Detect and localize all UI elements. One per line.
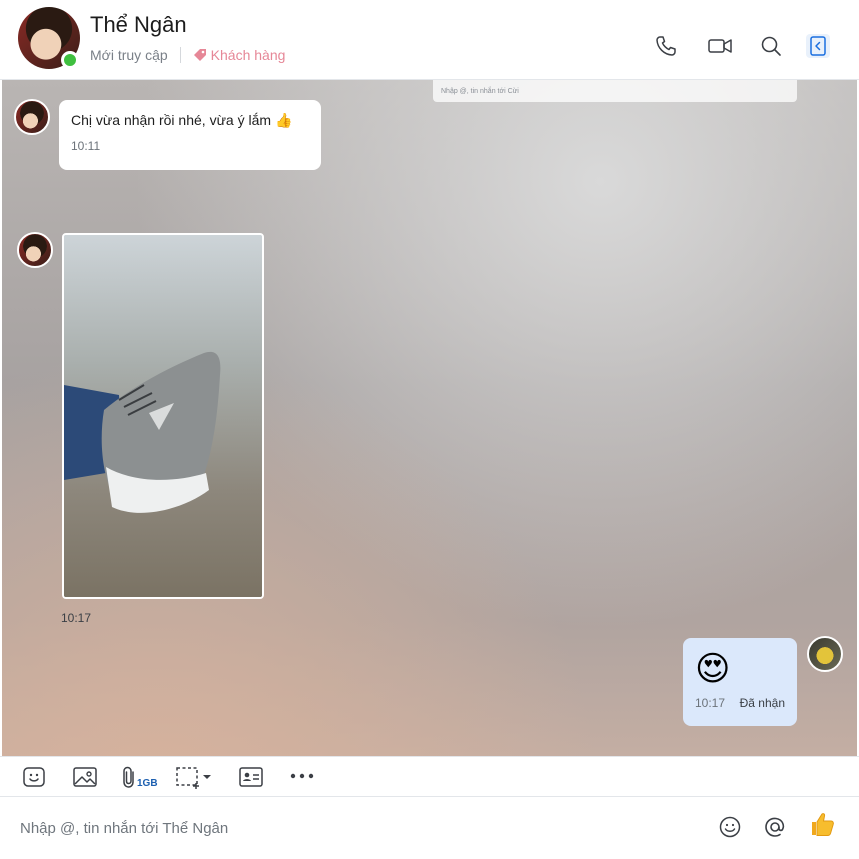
sender-avatar[interactable] bbox=[14, 99, 50, 135]
message-time: 10:17 bbox=[695, 696, 726, 710]
screenshot-icon[interactable] bbox=[175, 765, 215, 789]
sticker-icon[interactable] bbox=[21, 765, 47, 789]
message-text: Chị vừa nhận rồi nhé, vừa ý lắm 👍 bbox=[71, 112, 293, 128]
tag-label: Khách hàng bbox=[210, 47, 286, 63]
message-time: 10:11 bbox=[71, 139, 101, 153]
online-status-dot bbox=[61, 51, 79, 69]
contact-card-icon[interactable] bbox=[238, 765, 264, 789]
emoji-message: 😍 bbox=[695, 650, 731, 688]
video-icon[interactable] bbox=[707, 34, 733, 58]
search-icon[interactable] bbox=[759, 34, 783, 58]
delivery-status: Đã nhận bbox=[739, 696, 785, 710]
thumbs-up-icon[interactable] bbox=[808, 810, 836, 838]
message-photo[interactable] bbox=[62, 233, 264, 599]
more-icon[interactable] bbox=[288, 765, 318, 789]
emoji-icon[interactable] bbox=[718, 815, 742, 839]
message-time: 10:17 bbox=[61, 611, 92, 625]
divider bbox=[179, 47, 181, 63]
image-icon[interactable] bbox=[72, 765, 98, 789]
ghost-input-preview: Nhập @, tin nhắn tới Cừi bbox=[433, 80, 797, 102]
message-bubble[interactable]: Chị vừa nhận rồi nhé, vừa ý lắm 👍 10:11 bbox=[59, 100, 321, 170]
customer-tag[interactable]: Khách hàng bbox=[193, 47, 286, 63]
chat-header: Thể Ngân Mới truy cập Khách hàng bbox=[0, 0, 859, 80]
last-seen-status: Mới truy cập bbox=[90, 47, 168, 63]
my-avatar[interactable] bbox=[807, 636, 843, 672]
message-meta: 10:17 Đã nhận bbox=[695, 696, 785, 710]
chat-area[interactable]: Nhập @, tin nhắn tới Cừi Chị vừa nhận rồ… bbox=[2, 80, 857, 756]
panel-toggle-icon[interactable] bbox=[806, 34, 830, 58]
contact-name[interactable]: Thể Ngân bbox=[90, 12, 187, 38]
my-message-bubble[interactable]: 😍 10:17 Đã nhận bbox=[683, 638, 797, 726]
shoe-photo bbox=[64, 235, 262, 597]
composer-toolbar: 1GB bbox=[0, 756, 859, 797]
contact-subinfo: Mới truy cập Khách hàng bbox=[90, 47, 285, 63]
tag-icon bbox=[193, 49, 206, 61]
attach-icon[interactable] bbox=[120, 765, 138, 789]
attach-size-label: 1GB bbox=[137, 778, 158, 789]
sender-avatar[interactable] bbox=[17, 232, 53, 268]
phone-icon[interactable] bbox=[654, 34, 678, 58]
ghost-input-text: Nhập @, tin nhắn tới Cừi bbox=[441, 88, 519, 95]
mention-icon[interactable] bbox=[763, 815, 787, 839]
message-input[interactable] bbox=[10, 809, 690, 847]
